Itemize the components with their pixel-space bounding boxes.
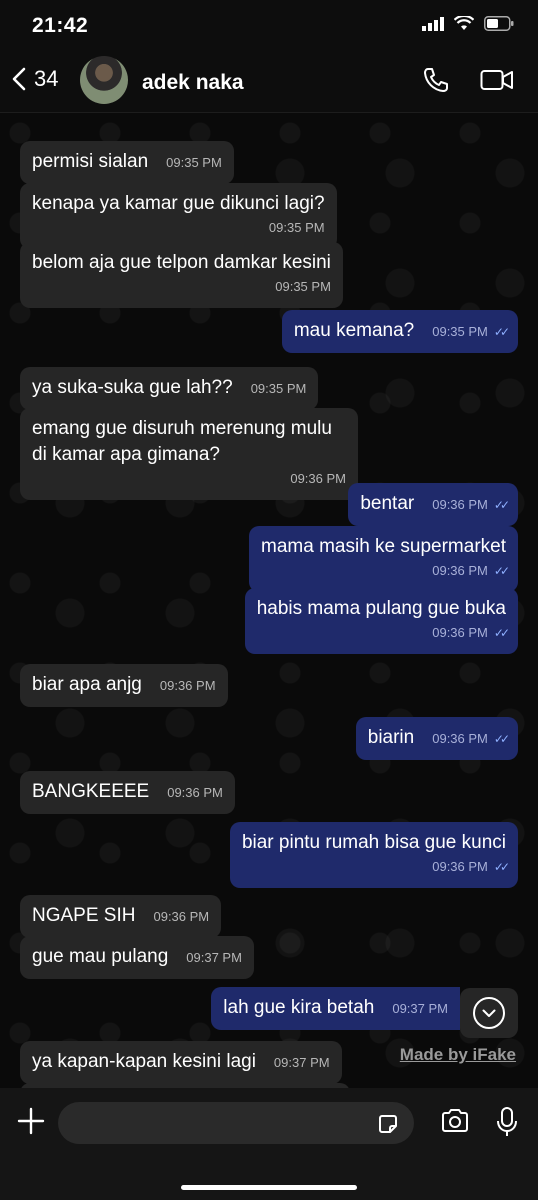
home-indicator: [181, 1185, 357, 1190]
header-actions: [422, 66, 514, 94]
read-receipt-icon: ✓✓: [493, 860, 510, 874]
read-receipt-icon: ✓✓: [493, 498, 510, 512]
message-time: 09:36 PM: [432, 731, 488, 746]
read-receipt-icon: ✓✓: [493, 325, 510, 339]
watermark: Made by iFake: [399, 1045, 516, 1064]
message-text: ya suka-suka gue lah??: [32, 377, 233, 398]
message-time: 09:35 PM: [250, 381, 307, 396]
status-time: 21:42: [32, 14, 89, 37]
message-text: NGAPE SIH: [32, 905, 136, 926]
message-text: biar apa anjg: [32, 674, 142, 695]
read-receipt-icon: ✓✓: [493, 732, 510, 746]
plus-icon[interactable]: [16, 1106, 46, 1136]
message-time: 09:36 PM: [432, 497, 488, 512]
message-time: 09:37 PM: [392, 1001, 448, 1016]
message-outgoing[interactable]: habis mama pulang gue buka 09:36 PM ✓✓: [244, 588, 518, 654]
message-incoming[interactable]: biar apa anjg 09:36 PM: [20, 664, 228, 707]
message-time: 09:36 PM: [167, 785, 223, 800]
message-text: belom aja gue telpon damkar kesini: [32, 252, 331, 273]
back-count: 34: [34, 66, 59, 91]
back-button[interactable]: 34: [12, 66, 58, 92]
message-incoming[interactable]: gue mau pulang 09:37 PM: [20, 936, 254, 979]
message-time: 09:36 PM: [432, 625, 488, 640]
message-time: 09:36 PM: [153, 909, 210, 924]
video-call-icon[interactable]: [480, 66, 514, 94]
camera-icon[interactable]: [440, 1108, 470, 1134]
status-bar: 21:42: [0, 0, 538, 52]
sticker-icon[interactable]: [376, 1112, 400, 1136]
message-text: biarin: [367, 727, 415, 748]
message-text: permisi sialan: [32, 151, 149, 172]
message-incoming[interactable]: BANGKEEEE 09:36 PM: [20, 771, 235, 814]
chevron-left-icon: [12, 67, 26, 91]
message-text: kenapa ya kamar gue dikunci lagi?: [32, 193, 325, 214]
message-time: 09:35 PM: [432, 324, 488, 339]
chat-header: 34 adek naka: [0, 52, 538, 113]
message-outgoing[interactable]: lah gue kira betah 09:37 PM: [211, 987, 460, 1030]
message-text: mau kemana?: [293, 320, 415, 341]
battery-icon: [484, 16, 514, 31]
scroll-to-bottom-button[interactable]: [460, 988, 518, 1038]
microphone-icon[interactable]: [496, 1106, 518, 1138]
message-outgoing[interactable]: biarin 09:36 PM ✓✓: [355, 717, 518, 760]
message-time: 09:37 PM: [186, 950, 242, 965]
message-incoming[interactable]: kenapa ya kamar gue dikunci lagi? 09:35 P…: [20, 183, 337, 249]
message-incoming[interactable]: emang gue disuruh merenung mulu di kamar…: [20, 408, 358, 500]
wifi-icon: [454, 16, 474, 30]
message-outgoing[interactable]: bentar 09:36 PM ✓✓: [348, 483, 518, 526]
message-time: 09:35 PM: [275, 279, 331, 294]
message-text: ya kapan-kapan kesini lagi: [32, 1051, 256, 1072]
cellular-signal-icon: [422, 16, 444, 31]
message-text: gue mau pulang: [32, 946, 169, 967]
message-text: biar pintu rumah bisa gue kunci: [241, 832, 506, 853]
message-outgoing[interactable]: mama masih ke supermarket 09:36 PM ✓✓: [249, 526, 518, 592]
message-text: habis mama pulang gue buka: [256, 598, 506, 619]
message-time: 09:35 PM: [166, 155, 222, 170]
message-text: BANGKEEEE: [32, 781, 150, 802]
contact-avatar[interactable]: [80, 56, 128, 104]
message-time: 09:37 PM: [273, 1055, 330, 1070]
message-outgoing[interactable]: biar pintu rumah bisa gue kunci 09:36 PM ✓…: [229, 822, 518, 888]
message-text: lah gue kira betah: [223, 997, 375, 1018]
message-time: 09:36 PM: [432, 859, 488, 874]
message-text: bentar: [360, 493, 415, 514]
message-incoming[interactable]: belom aja gue telpon damkar kesini 09:35 …: [20, 242, 343, 308]
message-incoming[interactable]: permisi sialan 09:35 PM: [20, 141, 234, 184]
message-time: 09:36 PM: [159, 678, 216, 693]
message-time: 09:36 PM: [432, 563, 488, 578]
message-incoming[interactable]: ya kapan-kapan kesini lagi 09:37 PM: [20, 1041, 342, 1084]
message-input[interactable]: [58, 1102, 414, 1144]
read-receipt-icon: ✓✓: [493, 626, 510, 640]
input-bar: [0, 1088, 538, 1200]
chat-area[interactable]: permisi sialan 09:35 PM kenapa ya kamar g…: [0, 113, 538, 1088]
message-incoming[interactable]: ya suka-suka gue lah?? 09:35 PM: [20, 367, 319, 410]
message-incoming[interactable]: NGAPE SIH 09:36 PM: [20, 895, 222, 938]
message-text: emang gue disuruh merenung mulu di kamar…: [32, 418, 332, 465]
chevron-down-icon: [473, 997, 505, 1029]
message-text: mama masih ke supermarket: [261, 536, 506, 557]
message-time: 09:36 PM: [290, 471, 346, 486]
phone-icon[interactable]: [422, 66, 450, 94]
message-outgoing[interactable]: mau kemana? 09:35 PM ✓✓: [281, 310, 518, 353]
read-receipt-icon: ✓✓: [493, 564, 510, 578]
status-icons: [422, 16, 514, 31]
contact-name[interactable]: adek naka: [142, 71, 244, 95]
message-time: 09:35 PM: [268, 220, 325, 235]
